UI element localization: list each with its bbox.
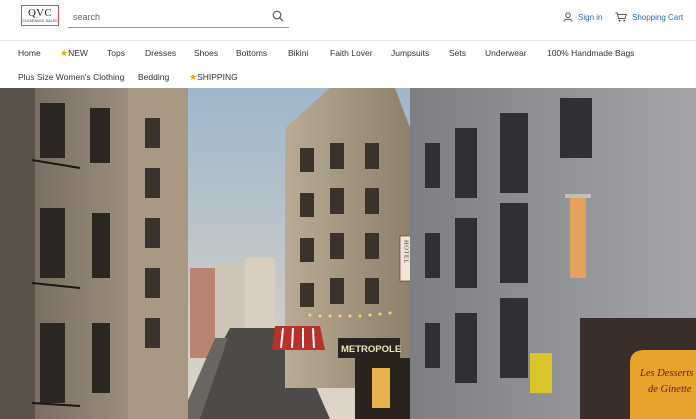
star-icon: ★ bbox=[189, 72, 198, 82]
logo-text: QVC bbox=[27, 7, 53, 19]
hero-banner-image[interactable]: HOTEL METROPOLE Les Desserts de Ginette bbox=[0, 88, 696, 419]
nav-item-plus-size[interactable]: Plus Size Women's Clothing bbox=[18, 72, 124, 82]
sign-in-link[interactable]: Sign in bbox=[563, 12, 602, 22]
nav-shipping-label: SHIPPING bbox=[197, 72, 238, 82]
site-header: QVC CLEARANCE SALES Sign in Shopping Car… bbox=[0, 0, 696, 40]
nav-item-bikini[interactable]: Bikini bbox=[288, 48, 308, 58]
paris-street-illustration: HOTEL METROPOLE Les Desserts de Ginette bbox=[0, 88, 696, 419]
nav-item-sets[interactable]: Sets bbox=[449, 48, 466, 58]
nav-new-label: NEW bbox=[68, 48, 88, 58]
search-icon[interactable] bbox=[272, 10, 284, 22]
cafe-sign-line2: de Ginette bbox=[648, 384, 692, 395]
nav-item-tops[interactable]: Tops bbox=[107, 48, 125, 58]
shopping-cart-link[interactable]: Shopping Cart bbox=[615, 12, 683, 22]
metropole-sign-text: METROPOLE bbox=[341, 344, 401, 355]
nav-item-faith-lover[interactable]: Faith Lover bbox=[330, 48, 373, 58]
cafe-awning bbox=[272, 326, 325, 350]
lit-window bbox=[570, 198, 586, 278]
nav-item-shoes[interactable]: Shoes bbox=[194, 48, 218, 58]
right-building: Les Desserts de Ginette bbox=[410, 88, 696, 419]
cart-icon bbox=[615, 12, 627, 22]
nav-item-bottoms[interactable]: Bottoms bbox=[236, 48, 267, 58]
shopping-cart-label: Shopping Cart bbox=[632, 12, 684, 22]
nav-item-underwear[interactable]: Underwear bbox=[485, 48, 527, 58]
logo-subtext: CLEARANCE SALES bbox=[22, 19, 58, 23]
nav-item-home[interactable]: Home bbox=[18, 48, 41, 58]
store-logo[interactable]: QVC CLEARANCE SALES bbox=[21, 5, 59, 26]
nav-item-handmade-bags[interactable]: 100% Handmade Bags bbox=[547, 48, 634, 58]
main-navigation: Home ★NEW Tops Dresses Shoes Bottoms Bik… bbox=[0, 40, 696, 89]
nav-item-bedding[interactable]: Bedding bbox=[138, 72, 169, 82]
nav-item-shipping[interactable]: ★SHIPPING bbox=[189, 72, 238, 83]
nav-item-dresses[interactable]: Dresses bbox=[145, 48, 176, 58]
user-icon bbox=[563, 12, 573, 22]
search-bar bbox=[68, 7, 289, 28]
hotel-sign-text: HOTEL bbox=[403, 240, 410, 264]
star-icon: ★ bbox=[60, 48, 69, 58]
cafe-sign-line1: Les Desserts bbox=[639, 368, 693, 379]
nav-item-jumpsuits[interactable]: Jumpsuits bbox=[391, 48, 429, 58]
nav-item-new[interactable]: ★NEW bbox=[60, 48, 88, 59]
sign-in-label: Sign in bbox=[578, 12, 603, 22]
center-building: HOTEL METROPOLE bbox=[272, 88, 413, 419]
left-building bbox=[0, 88, 188, 419]
search-input[interactable] bbox=[68, 8, 263, 26]
